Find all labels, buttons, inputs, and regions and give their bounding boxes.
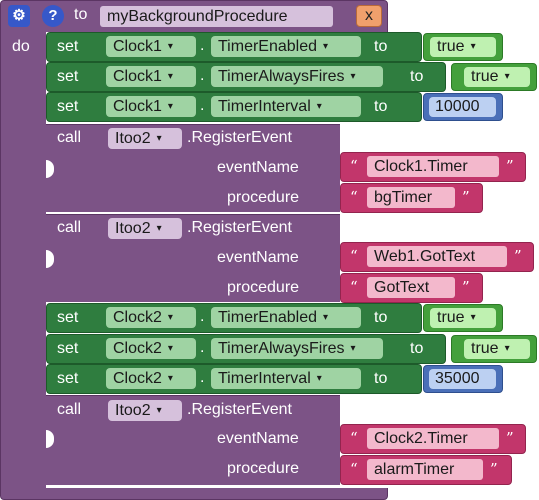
- method-label: .RegisterEvent: [187, 219, 292, 236]
- text-field[interactable]: Clock1.Timer: [367, 156, 499, 177]
- dot-label: .: [200, 339, 205, 356]
- to-label: to: [74, 6, 88, 23]
- property-dropdown[interactable]: TimerEnabled ▾: [211, 307, 361, 328]
- set-label: set: [57, 98, 79, 115]
- chevron-down-icon: ▾: [156, 223, 162, 234]
- component-dropdown[interactable]: Clock1 ▾: [106, 36, 196, 57]
- component-dropdown[interactable]: Itoo2 ▾: [108, 218, 182, 239]
- close-button[interactable]: x: [356, 5, 382, 27]
- component-dropdown[interactable]: Itoo2 ▾: [108, 128, 182, 149]
- text-field[interactable]: alarmTimer: [367, 459, 483, 480]
- boolean-dropdown[interactable]: true ▾: [430, 37, 496, 57]
- property-dropdown[interactable]: TimerInterval ▾: [211, 368, 361, 389]
- text-field[interactable]: Clock2.Timer: [367, 428, 499, 449]
- chevron-down-icon: ▾: [504, 343, 510, 354]
- help-icon[interactable]: ?: [42, 5, 64, 27]
- param-label-eventname: eventName: [217, 249, 299, 266]
- property-dropdown[interactable]: TimerEnabled ▾: [211, 36, 361, 57]
- param-label-eventname: eventName: [217, 159, 299, 176]
- chevron-down-icon: ▾: [167, 71, 173, 82]
- set-label: set: [57, 38, 79, 55]
- chevron-down-icon: ▾: [167, 343, 173, 354]
- call-label: call: [57, 219, 82, 236]
- param-label-procedure: procedure: [227, 279, 300, 296]
- set-label: set: [57, 309, 79, 326]
- number-field[interactable]: 35000: [429, 369, 496, 389]
- close-quote: ”: [506, 157, 514, 175]
- call-label: call: [57, 129, 82, 146]
- open-quote: “: [350, 157, 358, 175]
- open-quote: “: [350, 460, 358, 478]
- text-field[interactable]: Web1.GotText: [367, 246, 507, 267]
- chevron-down-icon: ▾: [350, 71, 356, 82]
- chevron-down-icon: ▾: [167, 373, 173, 384]
- to-label: to: [410, 340, 424, 357]
- param-label-procedure: procedure: [227, 460, 300, 477]
- open-quote: “: [350, 188, 358, 206]
- component-dropdown[interactable]: Itoo2 ▾: [108, 400, 182, 421]
- chevron-down-icon: ▾: [167, 101, 173, 112]
- chevron-down-icon: ▾: [156, 133, 162, 144]
- chevron-down-icon: ▾: [167, 312, 173, 323]
- chevron-down-icon: ▾: [350, 343, 356, 354]
- call-label: call: [57, 401, 82, 418]
- property-dropdown[interactable]: TimerAlwaysFires ▾: [211, 66, 383, 87]
- dot-label: .: [200, 97, 205, 114]
- close-quote: ”: [506, 429, 514, 447]
- open-quote: “: [350, 247, 358, 265]
- chevron-down-icon: ▾: [316, 101, 322, 112]
- chevron-down-icon: ▾: [167, 41, 173, 52]
- chevron-down-icon: ▾: [323, 41, 329, 52]
- chevron-down-icon: ▾: [323, 312, 329, 323]
- dot-label: .: [200, 369, 205, 386]
- method-label: .RegisterEvent: [187, 129, 292, 146]
- to-label: to: [374, 38, 388, 55]
- to-label: to: [374, 370, 388, 387]
- procedure-name-field[interactable]: myBackgroundProcedure: [100, 6, 333, 27]
- dot-label: .: [200, 308, 205, 325]
- property-dropdown[interactable]: TimerAlwaysFires ▾: [211, 338, 383, 359]
- open-quote: “: [350, 429, 358, 447]
- component-dropdown[interactable]: Clock1 ▾: [106, 66, 196, 87]
- set-label: set: [57, 68, 79, 85]
- chevron-down-icon: ▾: [156, 405, 162, 416]
- gear-icon[interactable]: ⚙: [8, 5, 30, 27]
- component-dropdown[interactable]: Clock2 ▾: [106, 307, 196, 328]
- number-field[interactable]: 10000: [429, 97, 496, 117]
- set-label: set: [57, 340, 79, 357]
- method-label: .RegisterEvent: [187, 401, 292, 418]
- param-label-procedure: procedure: [227, 189, 300, 206]
- do-label: do: [12, 38, 30, 55]
- to-label: to: [410, 68, 424, 85]
- close-quote: ”: [462, 188, 470, 206]
- chevron-down-icon: ▾: [316, 373, 322, 384]
- set-label: set: [57, 370, 79, 387]
- boolean-dropdown[interactable]: true ▾: [464, 339, 530, 359]
- close-quote: ”: [514, 247, 522, 265]
- open-quote: “: [350, 278, 358, 296]
- param-label-eventname: eventName: [217, 430, 299, 447]
- component-dropdown[interactable]: Clock2 ▾: [106, 338, 196, 359]
- close-quote: ”: [462, 278, 470, 296]
- text-field[interactable]: bgTimer: [367, 187, 455, 208]
- to-label: to: [374, 309, 388, 326]
- property-dropdown[interactable]: TimerInterval ▾: [211, 96, 361, 117]
- close-quote: ”: [490, 460, 498, 478]
- to-label: to: [374, 98, 388, 115]
- chevron-down-icon: ▾: [470, 312, 476, 323]
- chevron-down-icon: ▾: [504, 71, 510, 82]
- text-field[interactable]: GotText: [367, 277, 455, 298]
- component-dropdown[interactable]: Clock2 ▾: [106, 368, 196, 389]
- boolean-dropdown[interactable]: true ▾: [430, 308, 496, 328]
- dot-label: .: [200, 67, 205, 84]
- boolean-dropdown[interactable]: true ▾: [464, 67, 530, 87]
- dot-label: .: [200, 37, 205, 54]
- chevron-down-icon: ▾: [470, 41, 476, 52]
- component-dropdown[interactable]: Clock1 ▾: [106, 96, 196, 117]
